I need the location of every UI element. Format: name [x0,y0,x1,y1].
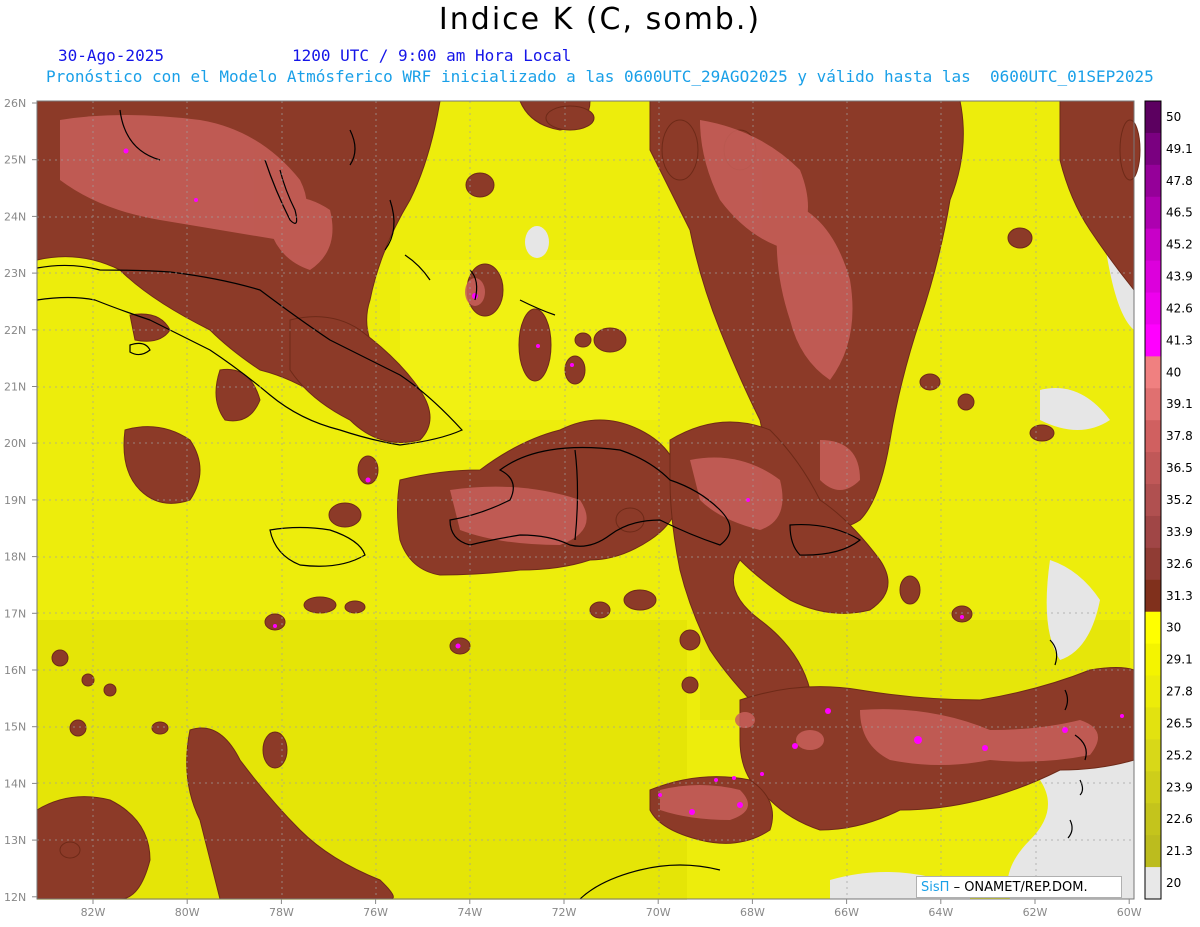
colorbar-label: 36.5 [1166,461,1193,475]
lat-tick-label: 12N [4,891,26,904]
colorbar-swatch [1145,228,1161,262]
colorbar-label: 21.3 [1166,844,1193,858]
colorbar-label: 32.6 [1166,557,1193,571]
colorbar-swatch [1145,196,1161,230]
colorbar-label: 22.6 [1166,812,1193,826]
lat-tick-label: 25N [4,154,26,167]
colorbar-swatch [1145,675,1161,708]
colorbar-swatch [1145,164,1161,198]
colorbar-swatch [1145,579,1161,613]
longitude-labels: 82W 80W 78W 76W 74W 72W 70W 68W 66W 64W 62W 60W [81,899,1142,919]
colorbar-label: 26.5 [1166,716,1193,730]
lat-tick-label: 15N [4,721,26,734]
colorbar-swatch [1145,867,1161,900]
lat-tick-label: 13N [4,834,26,847]
colorbar-swatch [1145,101,1161,134]
colorbar-label: 29.1 [1166,653,1193,667]
lon-tick-label: 78W [269,906,294,919]
lon-tick-label: 68W [740,906,765,919]
colorbar-label: 31.3 [1166,589,1193,603]
colorbar-swatch [1145,611,1161,645]
lon-tick-label: 72W [552,906,577,919]
colorbar-label: 41.3 [1166,333,1193,347]
colorbar-swatch [1145,292,1161,325]
colorbar-swatch [1145,420,1161,453]
lon-tick-label: 70W [646,906,671,919]
lat-tick-label: 19N [4,494,26,507]
colorbar-label: 50 [1166,110,1181,124]
lat-tick-label: 24N [4,210,26,223]
lat-tick-label: 20N [4,437,26,450]
colorbar-swatch [1145,547,1161,581]
lat-tick-label: 23N [4,267,26,280]
lon-tick-label: 74W [457,906,482,919]
colorbar-swatch [1145,771,1161,804]
lon-tick-label: 62W [1023,906,1048,919]
colorbar-swatch [1145,707,1161,740]
colorbar-label: 27.8 [1166,685,1193,699]
lon-tick-label: 76W [363,906,388,919]
lat-tick-label: 26N [4,97,26,110]
colorbar-label: 37.8 [1166,429,1193,443]
colorbar-label: 42.6 [1166,301,1193,315]
lat-tick-label: 16N [4,664,26,677]
colorbar-label: 25.2 [1166,748,1193,762]
colorbar-label: 49.1 [1166,142,1193,156]
colorbar-label: 45.2 [1166,238,1193,252]
colorbar-swatch [1145,643,1161,677]
credit-brand: SisΠ [921,880,950,895]
colorbar-swatch [1145,356,1161,389]
lon-tick-label: 66W [834,906,859,919]
colorbar-label: 20 [1166,876,1181,890]
colorbar-swatch [1145,452,1161,485]
colorbar-swatch [1145,835,1161,868]
colorbar-swatch [1145,388,1161,421]
colorbar-swatch [1145,515,1161,549]
colorbar-label: 30 [1166,621,1181,635]
colorbar-swatch [1145,484,1161,517]
colorbar-swatch [1145,803,1161,836]
lon-tick-label: 80W [175,906,200,919]
colorbar-label: 35.2 [1166,493,1193,507]
colorbar: 50 49.1 47.8 46.5 45.2 43.9 42.6 41.3 40 39.1 37.8… [1144,100,1193,900]
colorbar-swatch [1145,324,1161,357]
colorbar-swatch [1145,739,1161,772]
lon-tick-label: 60W [1117,906,1142,919]
colorbar-swatch [1145,132,1161,166]
lat-tick-label: 21N [4,381,26,394]
lat-tick-label: 18N [4,551,26,564]
colorbar-label: 39.1 [1166,397,1193,411]
colorbar-label: 47.8 [1166,174,1193,188]
colorbar-label: 40 [1166,365,1181,379]
colorbar-label: 23.9 [1166,780,1193,794]
credit-org: – ONAMET/REP.DOM. [953,880,1088,895]
map-figure: 26N 25N 24N 23N 22N 21N 20N 19N 18N 17N 16N 15N 14N 1… [4,97,1193,919]
lat-tick-label: 22N [4,324,26,337]
latitude-labels: 26N 25N 24N 23N 22N 21N 20N 19N 18N 17N 16N 15N 14N 1… [4,97,37,904]
credit-box: SisΠ – ONAMET/REP.DOM. [916,876,1122,898]
lat-tick-label: 14N [4,777,26,790]
colorbar-swatch [1145,260,1161,294]
lon-tick-label: 82W [81,906,106,919]
colorbar-label: 33.9 [1166,525,1193,539]
lat-tick-label: 17N [4,607,26,620]
colorbar-label: 46.5 [1166,206,1193,220]
lon-tick-label: 64W [928,906,953,919]
colorbar-label: 43.9 [1166,270,1193,284]
